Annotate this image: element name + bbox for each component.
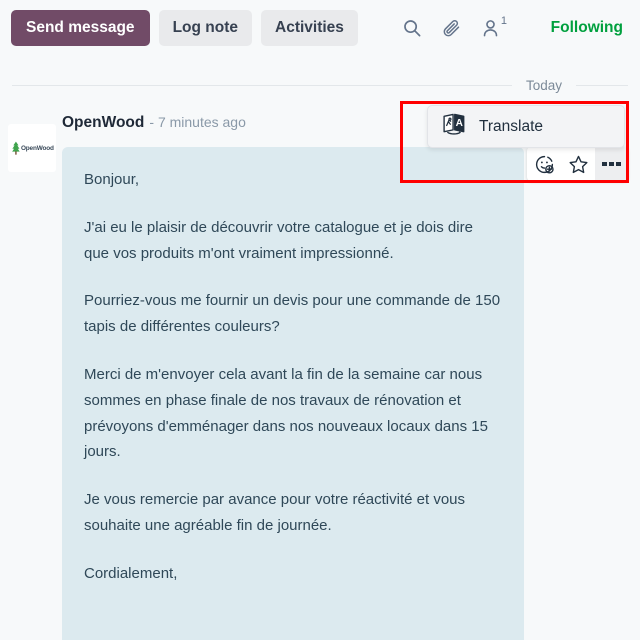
translate-menu-item[interactable]: A Translate: [427, 105, 625, 148]
message-time-text: 7 minutes ago: [157, 114, 246, 130]
activities-button[interactable]: Activities: [261, 10, 358, 46]
add-reaction-icon[interactable]: [527, 147, 561, 181]
divider-rule-right: [576, 85, 628, 86]
paperclip-icon[interactable]: [441, 18, 462, 39]
composer-toolbar: Send message Log note Activities 1 Follo…: [0, 0, 640, 56]
avatar-logo-text: OpenWood: [20, 144, 54, 152]
message-paragraph: Bonjour,: [84, 171, 140, 188]
translate-icon: A: [442, 113, 466, 140]
date-divider-label: Today: [525, 78, 562, 93]
more-options-icon[interactable]: [595, 147, 628, 181]
log-note-button[interactable]: Log note: [158, 10, 252, 46]
message-paragraph: J'ai eu le plaisir de découvrir votre ca…: [84, 218, 473, 262]
more-dots: [602, 161, 621, 167]
message-paragraph: Cordialement,: [84, 564, 178, 582]
message-timestamp: - 7 minutes ago: [149, 114, 246, 130]
message-paragraph: Je vous remercie par avance pour votre r…: [84, 491, 466, 534]
followers-count-badge: 1: [500, 15, 508, 27]
discuss-thread-panel: Send message Log note Activities 1 Follo…: [0, 0, 640, 640]
divider-rule-left: [12, 85, 512, 86]
tree-icon: [11, 141, 20, 155]
translate-label: Translate: [479, 117, 544, 135]
toolbar-icon-group: 1: [402, 15, 508, 39]
date-divider: Today: [12, 78, 628, 93]
message-paragraph: Merci de m'envoyer cela avant la fin de …: [84, 365, 488, 461]
following-toggle-button[interactable]: Following: [545, 15, 629, 41]
message-author: OpenWood: [62, 114, 145, 131]
message-body: OpenWood - 7 minutes ago Bonjour, J'ai e…: [62, 112, 640, 640]
message-paragraph: Pourriez-vous me fournir un devis pour u…: [84, 292, 501, 336]
send-message-button[interactable]: Send message: [11, 10, 150, 46]
message-action-bar: [527, 147, 628, 181]
openwood-logo: OpenWood: [11, 141, 54, 156]
star-icon[interactable]: [561, 147, 595, 181]
followers-button[interactable]: 1: [481, 15, 508, 38]
message-bubble: Bonjour, J'ai eu le plaisir de découvrir…: [62, 147, 524, 640]
message-item: OpenWood OpenWood - 7 minutes ago Bonjou…: [6, 112, 640, 640]
svg-text:A: A: [456, 118, 464, 129]
message-separator: -: [149, 114, 155, 130]
avatar[interactable]: OpenWood: [8, 124, 56, 172]
search-icon[interactable]: [402, 18, 422, 38]
